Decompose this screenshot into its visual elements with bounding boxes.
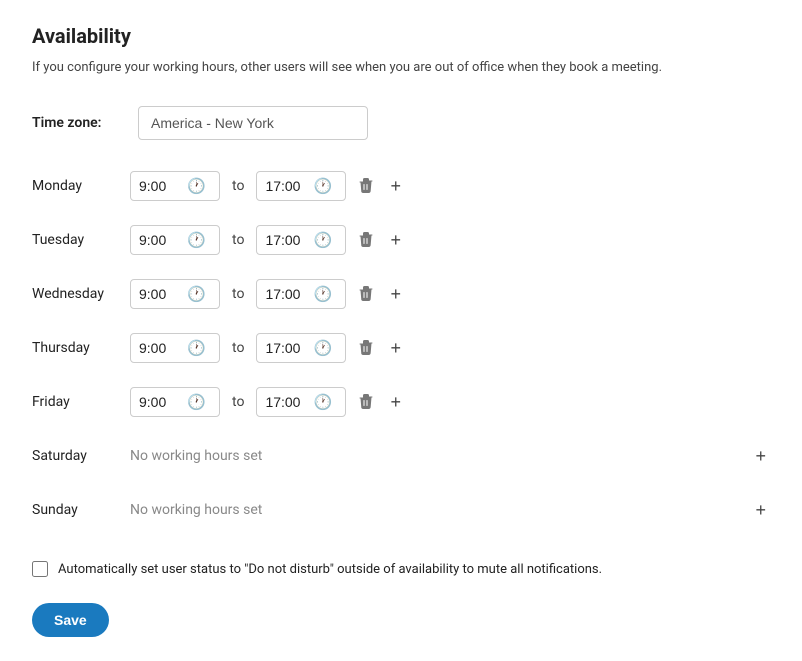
save-button[interactable]: Save <box>32 603 109 637</box>
trash-icon <box>358 340 374 356</box>
add-hours-button-saturday[interactable]: + <box>751 443 770 469</box>
clock-icon-end-monday[interactable]: 🕐 <box>313 177 332 195</box>
to-label-tuesday: to <box>232 232 244 248</box>
page-subtitle: If you configure your working hours, oth… <box>32 58 770 78</box>
add-hours-button-friday[interactable]: + <box>386 389 405 415</box>
clock-icon-start-monday[interactable]: 🕐 <box>187 177 206 195</box>
timezone-row: Time zone: <box>32 106 770 140</box>
end-time-input-thursday[interactable] <box>265 340 307 356</box>
delete-hours-button-monday[interactable] <box>354 174 378 198</box>
day-row-friday: Friday 🕐 to 🕐 + <box>32 380 770 424</box>
add-hours-button-monday[interactable]: + <box>386 173 405 199</box>
trash-icon <box>358 232 374 248</box>
day-label-thursday: Thursday <box>32 340 122 356</box>
end-time-input-friday[interactable] <box>265 394 307 410</box>
clock-icon-start-tuesday[interactable]: 🕐 <box>187 231 206 249</box>
start-time-input-wednesday[interactable] <box>139 286 181 302</box>
start-time-input-thursday[interactable] <box>139 340 181 356</box>
day-label-monday: Monday <box>32 178 122 194</box>
trash-icon <box>358 286 374 302</box>
day-label-saturday: Saturday <box>32 448 122 464</box>
start-time-friday: 🕐 <box>130 387 220 417</box>
dnd-checkbox-row: Automatically set user status to "Do not… <box>32 560 770 580</box>
start-time-thursday: 🕐 <box>130 333 220 363</box>
end-time-thursday: 🕐 <box>256 333 346 363</box>
to-label-friday: to <box>232 394 244 410</box>
add-hours-button-wednesday[interactable]: + <box>386 281 405 307</box>
end-time-input-tuesday[interactable] <box>265 232 307 248</box>
day-label-wednesday: Wednesday <box>32 286 122 302</box>
delete-hours-button-wednesday[interactable] <box>354 282 378 306</box>
days-container: Monday 🕐 to 🕐 + Tuesday 🕐 to 🕐 + Wednesday 🕐 to 🕐 +… <box>32 164 770 532</box>
delete-hours-button-friday[interactable] <box>354 390 378 414</box>
end-time-tuesday: 🕐 <box>256 225 346 255</box>
add-hours-button-sunday[interactable]: + <box>751 497 770 523</box>
add-hours-button-thursday[interactable]: + <box>386 335 405 361</box>
day-label-tuesday: Tuesday <box>32 232 122 248</box>
end-time-monday: 🕐 <box>256 171 346 201</box>
trash-icon <box>358 178 374 194</box>
clock-icon-end-friday[interactable]: 🕐 <box>313 393 332 411</box>
to-label-thursday: to <box>232 340 244 356</box>
start-time-input-monday[interactable] <box>139 178 181 194</box>
clock-icon-end-thursday[interactable]: 🕐 <box>313 339 332 357</box>
dnd-checkbox[interactable] <box>32 561 48 577</box>
start-time-wednesday: 🕐 <box>130 279 220 309</box>
day-row-saturday: Saturday No working hours set + <box>32 434 770 478</box>
no-hours-sunday: No working hours set <box>130 502 743 518</box>
day-label-friday: Friday <box>32 394 122 410</box>
clock-icon-end-wednesday[interactable]: 🕐 <box>313 285 332 303</box>
timezone-label: Time zone: <box>32 115 122 131</box>
add-hours-button-tuesday[interactable]: + <box>386 227 405 253</box>
start-time-tuesday: 🕐 <box>130 225 220 255</box>
day-row-wednesday: Wednesday 🕐 to 🕐 + <box>32 272 770 316</box>
to-label-wednesday: to <box>232 286 244 302</box>
page-title: Availability <box>32 24 770 48</box>
end-time-wednesday: 🕐 <box>256 279 346 309</box>
delete-hours-button-tuesday[interactable] <box>354 228 378 252</box>
trash-icon <box>358 394 374 410</box>
day-label-sunday: Sunday <box>32 502 122 518</box>
no-hours-saturday: No working hours set <box>130 448 743 464</box>
day-row-sunday: Sunday No working hours set + <box>32 488 770 532</box>
end-time-input-monday[interactable] <box>265 178 307 194</box>
end-time-input-wednesday[interactable] <box>265 286 307 302</box>
start-time-monday: 🕐 <box>130 171 220 201</box>
start-time-input-tuesday[interactable] <box>139 232 181 248</box>
clock-icon-start-friday[interactable]: 🕐 <box>187 393 206 411</box>
timezone-input[interactable] <box>138 106 368 140</box>
clock-icon-end-tuesday[interactable]: 🕐 <box>313 231 332 249</box>
day-row-tuesday: Tuesday 🕐 to 🕐 + <box>32 218 770 262</box>
start-time-input-friday[interactable] <box>139 394 181 410</box>
clock-icon-start-thursday[interactable]: 🕐 <box>187 339 206 357</box>
end-time-friday: 🕐 <box>256 387 346 417</box>
clock-icon-start-wednesday[interactable]: 🕐 <box>187 285 206 303</box>
day-row-thursday: Thursday 🕐 to 🕐 + <box>32 326 770 370</box>
day-row-monday: Monday 🕐 to 🕐 + <box>32 164 770 208</box>
delete-hours-button-thursday[interactable] <box>354 336 378 360</box>
dnd-checkbox-label[interactable]: Automatically set user status to "Do not… <box>58 560 602 580</box>
to-label-monday: to <box>232 178 244 194</box>
